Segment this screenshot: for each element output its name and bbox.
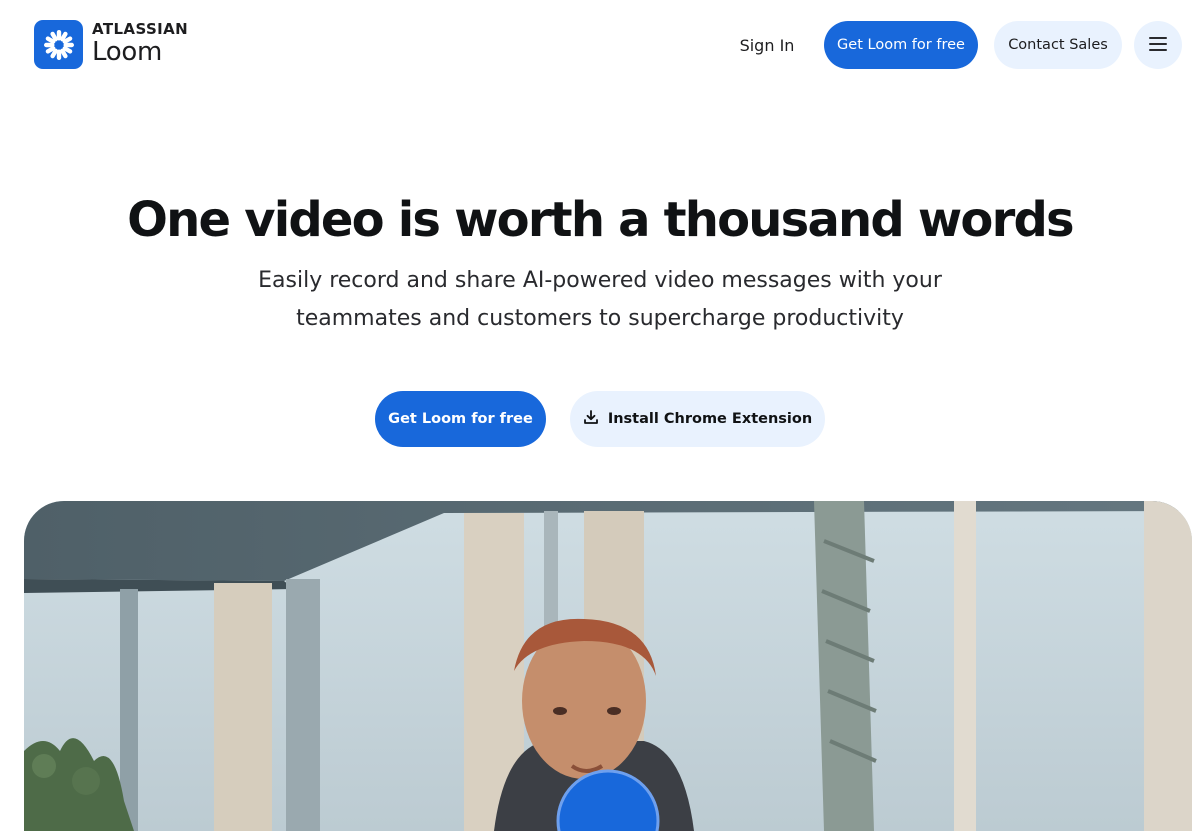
hero-actions: Get Loom for free Install Chrome Extensi… xyxy=(0,391,1200,447)
install-chrome-extension-button[interactable]: Install Chrome Extension xyxy=(570,391,825,447)
site-header: ATLASSIAN Loom Sign In Get Loom for free… xyxy=(0,0,1200,90)
install-chrome-extension-label: Install Chrome Extension xyxy=(607,411,813,427)
hero-subtitle-line-1: Easily record and share AI-powered video… xyxy=(258,268,942,293)
get-loom-free-button[interactable]: Get Loom for free xyxy=(375,391,546,447)
atlassian-loom-logo[interactable]: ATLASSIAN Loom xyxy=(34,20,188,69)
product-video[interactable] xyxy=(24,501,1192,831)
contact-sales-button[interactable]: Contact Sales xyxy=(994,21,1122,69)
hero-subtitle-line-2: teammates and customers to supercharge p… xyxy=(296,306,904,331)
get-loom-free-nav-button[interactable]: Get Loom for free xyxy=(824,21,978,69)
video-scene-illustration xyxy=(24,501,1192,831)
menu-button[interactable] xyxy=(1134,21,1182,69)
logo-wordmark: ATLASSIAN Loom xyxy=(92,20,189,67)
hero-title: One video is worth a thousand words xyxy=(127,192,1074,248)
loom-starburst-icon xyxy=(34,20,83,69)
logo-company-name: ATLASSIAN xyxy=(92,20,189,38)
logo-product-name: Loom xyxy=(92,37,162,67)
hero-subtitle: Easily record and share AI-powered video… xyxy=(240,262,960,338)
hamburger-menu-icon xyxy=(1148,36,1168,55)
sign-in-link[interactable]: Sign In xyxy=(726,21,808,69)
download-icon xyxy=(583,409,599,429)
